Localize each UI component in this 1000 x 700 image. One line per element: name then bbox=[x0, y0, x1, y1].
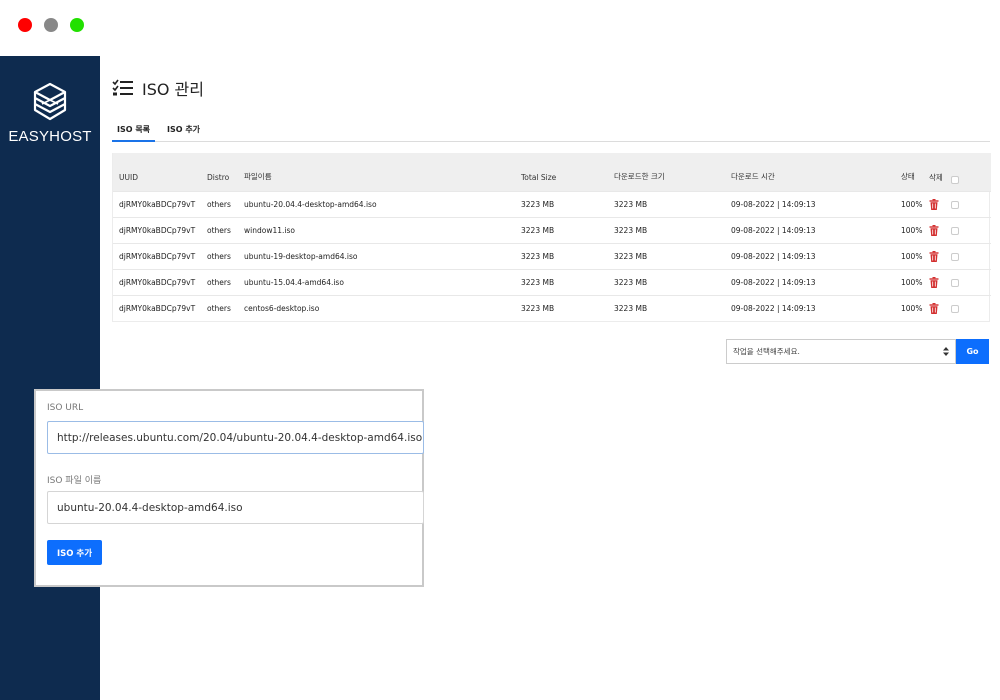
cell-distro: others bbox=[201, 216, 238, 243]
cell-download-time: 09-08-2022 | 14:09:13 bbox=[725, 190, 895, 217]
row-checkbox[interactable] bbox=[951, 200, 959, 209]
iso-table: UUID Distro 파일이름 Total Size 다운로드한 크기 다운로… bbox=[112, 153, 991, 322]
cell-select bbox=[945, 216, 991, 243]
col-header-delete: 삭제 bbox=[925, 153, 945, 191]
iso-add-button[interactable]: ISO 추가 bbox=[47, 540, 102, 565]
layered-cube-icon bbox=[33, 82, 67, 121]
col-header-filename: 파일이름 bbox=[238, 153, 515, 191]
cell-uuid: djRMY0kaBDCp79vT bbox=[113, 216, 201, 243]
cell-distro: others bbox=[201, 242, 238, 269]
checklist-icon bbox=[112, 79, 133, 96]
trash-icon[interactable] bbox=[929, 276, 939, 288]
cell-uuid: djRMY0kaBDCp79vT bbox=[113, 190, 201, 217]
cell-download-time: 09-08-2022 | 14:09:13 bbox=[725, 294, 895, 321]
cell-downloaded-size: 3223 MB bbox=[608, 242, 725, 269]
tab-iso-list[interactable]: ISO 목록 bbox=[112, 123, 156, 142]
table-row: djRMY0kaBDCp79vT others ubuntu-20.04.4-des… bbox=[113, 190, 991, 217]
cell-distro: others bbox=[201, 294, 238, 321]
tab-iso-add[interactable]: ISO 추가 bbox=[162, 123, 205, 142]
cell-delete bbox=[925, 242, 945, 269]
cell-status: 100% bbox=[895, 190, 925, 217]
iso-filename-label: ISO 파일 이름 bbox=[47, 476, 102, 486]
trash-icon[interactable] bbox=[929, 302, 939, 314]
window-close-dot[interactable] bbox=[18, 18, 32, 32]
cell-download-time: 09-08-2022 | 14:09:13 bbox=[725, 268, 895, 295]
cell-filename: window11.iso bbox=[238, 216, 515, 243]
cell-delete bbox=[925, 268, 945, 295]
action-select[interactable]: 작업을 선택해주세요. bbox=[726, 339, 956, 364]
cell-filename: ubuntu-15.04.4-amd64.iso bbox=[238, 268, 515, 295]
cell-delete bbox=[925, 190, 945, 217]
cell-uuid: djRMY0kaBDCp79vT bbox=[113, 268, 201, 295]
cell-select bbox=[945, 268, 991, 295]
table-row: djRMY0kaBDCp79vT others ubuntu-19-desktop-… bbox=[113, 242, 991, 269]
cell-downloaded-size: 3223 MB bbox=[608, 294, 725, 321]
go-button[interactable]: Go bbox=[956, 339, 989, 364]
cell-total-size: 3223 MB bbox=[515, 242, 608, 269]
cell-downloaded-size: 3223 MB bbox=[608, 268, 725, 295]
cell-download-time: 09-08-2022 | 14:09:13 bbox=[725, 242, 895, 269]
cell-total-size: 3223 MB bbox=[515, 268, 608, 295]
col-header-downloaded-size: 다운로드한 크기 bbox=[608, 153, 725, 191]
col-header-download-time: 다운로드 시간 bbox=[725, 153, 895, 191]
col-header-distro: Distro bbox=[201, 153, 238, 191]
col-header-status: 상태 bbox=[895, 153, 925, 191]
cell-filename: ubuntu-19-desktop-amd64.iso bbox=[238, 242, 515, 269]
window-controls bbox=[18, 18, 84, 32]
iso-url-input[interactable]: http://releases.ubuntu.com/20.04/ubuntu-… bbox=[47, 421, 424, 454]
cell-distro: others bbox=[201, 268, 238, 295]
cell-download-time: 09-08-2022 | 14:09:13 bbox=[725, 216, 895, 243]
window-maximize-dot[interactable] bbox=[70, 18, 84, 32]
page-title-text: ISO 관리 bbox=[142, 80, 204, 99]
cell-filename: ubuntu-20.04.4-desktop-amd64.iso bbox=[238, 190, 515, 217]
tab-bar: ISO 목록 ISO 추가 bbox=[112, 123, 990, 142]
trash-icon[interactable] bbox=[929, 198, 939, 210]
cell-select bbox=[945, 242, 991, 269]
cell-status: 100% bbox=[895, 268, 925, 295]
cell-status: 100% bbox=[895, 294, 925, 321]
select-all-checkbox[interactable] bbox=[951, 175, 959, 184]
table-row: djRMY0kaBDCp79vT others centos6-desktop.is… bbox=[113, 294, 991, 321]
table-row: djRMY0kaBDCp79vT others window11.iso 3223 M… bbox=[113, 216, 991, 243]
iso-filename-input[interactable]: ubuntu-20.04.4-desktop-amd64.iso bbox=[47, 491, 424, 524]
table-row: djRMY0kaBDCp79vT others ubuntu-15.04.4-amd… bbox=[113, 268, 991, 295]
cell-filename: centos6-desktop.iso bbox=[238, 294, 515, 321]
row-checkbox[interactable] bbox=[951, 304, 959, 313]
main-content: ISO 관리 ISO 목록 ISO 추가 UUID Distro 파일이름 To… bbox=[100, 56, 1000, 700]
sidebar: EASYHOST bbox=[0, 56, 100, 700]
page-title: ISO 관리 bbox=[112, 76, 204, 100]
cell-select bbox=[945, 294, 991, 321]
select-arrows-icon bbox=[943, 347, 949, 356]
iso-url-label: ISO URL bbox=[47, 403, 84, 413]
action-select-text: 작업을 선택해주세요. bbox=[733, 347, 800, 356]
trash-icon[interactable] bbox=[929, 224, 939, 236]
iso-add-form: ISO URL http://releases.ubuntu.com/20.04… bbox=[34, 389, 424, 587]
cell-total-size: 3223 MB bbox=[515, 216, 608, 243]
cell-delete bbox=[925, 294, 945, 321]
cell-status: 100% bbox=[895, 216, 925, 243]
col-header-uuid: UUID bbox=[113, 153, 201, 191]
cell-downloaded-size: 3223 MB bbox=[608, 190, 725, 217]
cell-total-size: 3223 MB bbox=[515, 294, 608, 321]
cell-delete bbox=[925, 216, 945, 243]
row-checkbox[interactable] bbox=[951, 278, 959, 287]
row-checkbox[interactable] bbox=[951, 226, 959, 235]
cell-select bbox=[945, 190, 991, 217]
col-header-total-size: Total Size bbox=[515, 153, 608, 191]
cell-uuid: djRMY0kaBDCp79vT bbox=[113, 294, 201, 321]
cell-uuid: djRMY0kaBDCp79vT bbox=[113, 242, 201, 269]
brand-name: EASYHOST bbox=[8, 128, 92, 145]
cell-total-size: 3223 MB bbox=[515, 190, 608, 217]
bulk-action-bar: 작업을 선택해주세요. Go bbox=[726, 339, 989, 364]
window-minimize-dot[interactable] bbox=[44, 18, 58, 32]
cell-downloaded-size: 3223 MB bbox=[608, 216, 725, 243]
table-header-row: UUID Distro 파일이름 Total Size 다운로드한 크기 다운로… bbox=[113, 153, 991, 191]
row-checkbox[interactable] bbox=[951, 252, 959, 261]
trash-icon[interactable] bbox=[929, 250, 939, 262]
cell-distro: others bbox=[201, 190, 238, 217]
cell-status: 100% bbox=[895, 242, 925, 269]
